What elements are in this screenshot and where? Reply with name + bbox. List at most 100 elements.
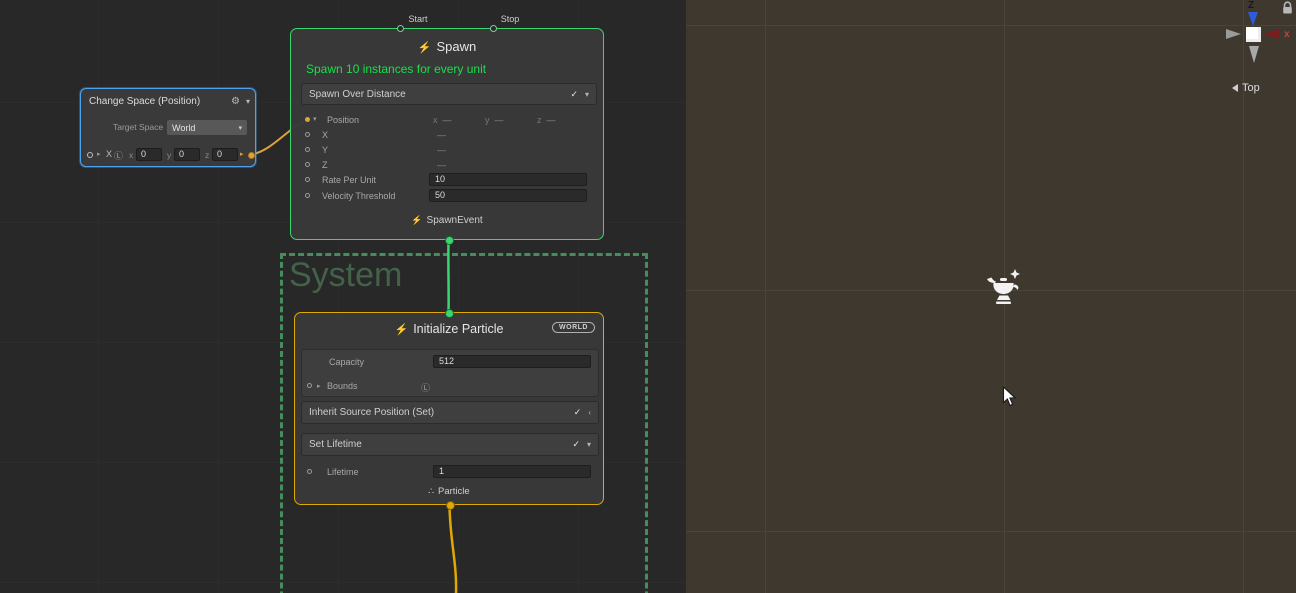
velocity-threshold-row: Velocity Threshold 50 — [301, 189, 597, 204]
block-enabled-checkbox[interactable]: ✓ — [574, 407, 582, 418]
chevron-down-icon[interactable]: ▾ — [587, 440, 591, 449]
bounds-input-port[interactable] — [307, 383, 312, 388]
gizmo-x-axis-cone[interactable] — [1263, 29, 1280, 39]
gizmo-z-axis-cone[interactable] — [1248, 12, 1258, 26]
edge-initialize-output[interactable] — [450, 505, 457, 593]
y-value-field[interactable]: 0 — [174, 148, 200, 161]
spawn-context-node[interactable]: Start Stop ⚡Spawn Spawn 10 instances for… — [290, 28, 604, 240]
x-input-port[interactable] — [87, 152, 93, 158]
spawn-over-distance-block-header[interactable]: Spawn Over Distance ✓ ▾ — [301, 83, 597, 105]
change-space-title: Change Space (Position) — [89, 96, 200, 107]
y-axis-label: y — [167, 150, 171, 160]
capacity-field[interactable]: 512 — [433, 355, 591, 368]
velocity-threshold-label: Velocity Threshold — [322, 191, 395, 201]
y-axis-label: y — [485, 115, 490, 125]
rate-per-unit-label: Rate Per Unit — [322, 175, 376, 185]
capacity-label: Capacity — [329, 357, 364, 367]
bolt-icon: ⚡ — [394, 324, 408, 336]
lifetime-row: Lifetime 1 — [305, 465, 601, 480]
position-label: Position — [327, 115, 359, 125]
block-title: Set Lifetime — [309, 439, 362, 450]
block-title: Inherit Source Position (Set) — [309, 407, 434, 418]
grid-line — [686, 25, 1296, 26]
space-local-icon[interactable]: Ⓛ — [114, 149, 123, 162]
particle-footer: ∴Particle — [295, 486, 603, 497]
velocity-threshold-port[interactable] — [305, 193, 310, 198]
rate-per-unit-port[interactable] — [305, 177, 310, 182]
x-axis-label: x — [433, 115, 438, 125]
z-axis-label: z — [205, 150, 209, 160]
spawn-output-port[interactable] — [445, 236, 454, 245]
x-property-row: X — — [301, 128, 597, 143]
grid-line — [686, 531, 1296, 532]
particle-output-port[interactable] — [446, 501, 455, 510]
chevron-down-icon[interactable]: ▾ — [246, 97, 250, 106]
spawn-subtitle: Spawn 10 instances for every unit — [306, 62, 486, 76]
particle-icon: ∴ — [428, 486, 434, 496]
x-value: — — [437, 130, 446, 140]
x-label: X — [322, 130, 328, 140]
spawn-event-footer: ⚡SpawnEvent — [291, 215, 603, 226]
view-label: Top — [1242, 82, 1260, 94]
position-output-port[interactable] — [248, 152, 255, 159]
block-title: Spawn Over Distance — [309, 89, 406, 100]
rate-per-unit-field[interactable]: 10 — [429, 173, 587, 186]
stop-port-label: Stop — [501, 14, 520, 24]
z-input-port[interactable] — [305, 162, 310, 167]
gizmo-left-axis-cone[interactable] — [1226, 29, 1241, 39]
lifetime-field[interactable]: 1 — [433, 465, 591, 478]
gizmo-center-cube[interactable] — [1246, 27, 1261, 42]
dropdown-arrow-icon: ▾ — [238, 124, 242, 132]
start-port[interactable] — [397, 25, 404, 32]
target-space-label: Target Space — [113, 122, 163, 132]
chevron-down-icon[interactable]: ▾ — [585, 90, 589, 99]
rate-per-unit-row: Rate Per Unit 10 — [301, 173, 597, 188]
bolt-icon: ⚡ — [418, 42, 432, 54]
output-triangle-icon: ▸ — [240, 150, 244, 158]
x-value-field[interactable]: 0 — [136, 148, 162, 161]
chevron-left-icon[interactable]: ‹ — [588, 408, 591, 417]
x-value: — — [443, 115, 452, 125]
world-space-badge[interactable]: WORLD — [552, 322, 595, 333]
set-lifetime-block-header[interactable]: Set Lifetime ✓ ▾ — [301, 433, 599, 456]
z-value: — — [547, 115, 556, 125]
vfx-lamp-icon[interactable] — [986, 268, 1026, 306]
stop-port[interactable] — [490, 25, 497, 32]
block-enabled-checkbox[interactable]: ✓ — [570, 89, 578, 100]
start-port-label: Start — [408, 14, 427, 24]
vfx-graph-canvas[interactable]: System Change Space (Position) ⚙ ▾ Targe… — [0, 0, 686, 593]
inherit-source-position-block-header[interactable]: Inherit Source Position (Set) ✓ ‹ — [301, 401, 599, 424]
orientation-gizmo[interactable]: Z x Top — [1222, 0, 1296, 100]
expand-triangle-icon[interactable]: ▸ — [97, 150, 101, 158]
target-space-dropdown[interactable]: World ▾ — [167, 120, 247, 135]
gizmo-z-label: Z — [1248, 0, 1254, 11]
mouse-cursor — [1002, 386, 1018, 408]
z-property-row: Z — — [301, 158, 597, 173]
lock-icon[interactable] — [1281, 1, 1294, 15]
scene-view[interactable]: Z x Top — [686, 0, 1296, 593]
initialize-particle-node[interactable]: ⚡Initialize Particle WORLD Capacity 512 … — [294, 312, 604, 505]
position-property-row: ▾ Position x— y— z— — [301, 113, 597, 128]
x-axis-label: x — [129, 150, 133, 160]
gizmo-down-axis-cone[interactable] — [1249, 46, 1259, 63]
gear-icon[interactable]: ⚙ — [231, 96, 240, 107]
space-local-icon[interactable]: Ⓛ — [421, 381, 430, 394]
unity-vfx-editor: System Change Space (Position) ⚙ ▾ Targe… — [0, 0, 1296, 593]
z-value-field[interactable]: 0 — [212, 148, 238, 161]
gizmo-view-mode[interactable]: Top — [1232, 82, 1260, 94]
change-space-node[interactable]: Change Space (Position) ⚙ ▾ Target Space… — [80, 88, 256, 167]
bolt-icon: ⚡ — [411, 215, 422, 225]
fold-triangle-icon[interactable]: ▾ — [313, 115, 317, 123]
grid-line — [765, 0, 766, 593]
y-value: — — [437, 145, 446, 155]
y-input-port[interactable] — [305, 147, 310, 152]
change-space-header[interactable]: Change Space (Position) ⚙ ▾ — [89, 94, 250, 108]
velocity-threshold-field[interactable]: 50 — [429, 189, 587, 202]
position-input-port[interactable] — [305, 117, 310, 122]
lifetime-input-port[interactable] — [307, 469, 312, 474]
x-input-port[interactable] — [305, 132, 310, 137]
initialize-input-port[interactable] — [445, 309, 454, 318]
expand-triangle-icon[interactable]: ▸ — [317, 382, 321, 390]
block-enabled-checkbox[interactable]: ✓ — [572, 439, 580, 450]
back-arrow-icon — [1232, 84, 1238, 92]
